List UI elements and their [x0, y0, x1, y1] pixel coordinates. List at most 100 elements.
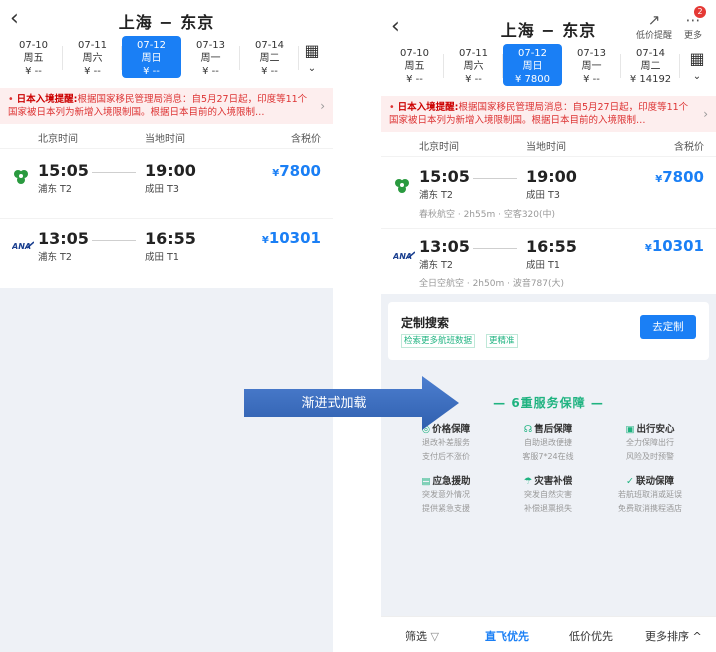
service-item: ▤ 应急援助 突发意外情况 提供紧急支援: [403, 473, 489, 515]
service-title: 灾害补偿: [534, 476, 573, 487]
spring-airlines-logo-icon: [395, 179, 409, 193]
calendar-icon[interactable]: ▦ ⌄: [301, 42, 323, 78]
sort-direct-first[interactable]: 直飞优先: [485, 628, 529, 644]
umbrella-icon: ☂: [523, 476, 533, 487]
custom-search-card: 定制搜索 检索更多航班数据 更精准 去定制: [388, 302, 709, 360]
chevron-up-icon: ^: [692, 630, 702, 643]
currency-symbol: ¥: [644, 243, 652, 254]
ana-logo-icon: ANA: [393, 251, 415, 261]
date-label: 07-13: [576, 48, 607, 59]
weekday-label: 周日: [141, 53, 162, 64]
date-price: ¥ --: [143, 66, 160, 77]
flight-item[interactable]: 15:05 浦东 T2 19:00 成田 T3 ¥7800: [0, 148, 333, 218]
flight-price: ¥7800: [272, 162, 321, 180]
chevron-right-icon: ›: [703, 107, 708, 121]
filter-label: 筛选: [405, 630, 427, 643]
price-value: 10301: [651, 237, 704, 255]
departure-airport: 浦东 T2: [419, 260, 453, 271]
date-tab[interactable]: 07-10 周五 ¥ --: [385, 44, 444, 86]
date-tab[interactable]: 07-10 周五 ¥ --: [4, 36, 63, 78]
date-tab[interactable]: 07-14 周二 ¥ --: [240, 36, 299, 78]
entry-notice[interactable]: • 日本入境提醒:根据国家移民管理局消息：自5月27日起，印度等11个国家被日本…: [0, 88, 333, 124]
currency-symbol: ¥: [261, 235, 269, 246]
headset-icon: ☊: [523, 424, 533, 435]
arrival-time: 16:55: [526, 237, 577, 256]
list-header: 北京时间 当地时间 含税价: [381, 132, 716, 156]
briefcase-icon: ▣: [625, 424, 635, 435]
service-desc: 全力保障出行: [626, 438, 674, 447]
price-alert-button[interactable]: ↗ 低价提醒: [636, 12, 672, 41]
date-price: ¥ --: [84, 66, 101, 77]
flight-details: 春秋航空 · 2h55m · 空客320(中): [419, 210, 556, 220]
service-desc: 突发自然灾害: [524, 490, 572, 499]
price-label: 含税价: [674, 142, 704, 153]
price-value: 7800: [662, 168, 704, 186]
right-screen: ‹ 上海 − 东京 ↗ 低价提醒 ⋯ 更多 2 07-10 周五 ¥ -- 07-11 周六…: [381, 0, 716, 652]
service-title: 联动保障: [635, 476, 674, 487]
service-item: ▣ 出行安心 全力保障出行 风险及时预警: [607, 421, 693, 463]
arrow-label: 渐进式加载: [301, 396, 367, 411]
weekday-label: 周五: [23, 53, 44, 64]
filter-button[interactable]: 筛选 ▽: [405, 628, 439, 644]
custom-search-tag: 更精准: [486, 334, 518, 348]
date-price: ¥ --: [261, 66, 278, 77]
flight-item[interactable]: 15:05 浦东 T2 19:00 成田 T3 ¥7800 春秋航空 · 2h5…: [381, 156, 716, 228]
date-selector: 07-10 周五 ¥ -- 07-11 周六 ¥ -- 07-12 周日 ¥ 7800 07…: [381, 44, 716, 96]
route-line: [473, 178, 517, 179]
flight-price: ¥10301: [262, 229, 321, 247]
departure-airport: 浦东 T2: [38, 184, 72, 195]
date-tab[interactable]: 07-13 周一 ¥ --: [181, 36, 240, 78]
calendar-icon[interactable]: ▦ ⌄: [686, 50, 708, 86]
date-price: ¥ 7800: [515, 74, 550, 85]
flight-item[interactable]: ANA 13:05 浦东 T2 16:55 成田 T1 ¥10301: [0, 218, 333, 288]
chevron-down-icon: ⌄: [307, 63, 317, 74]
price-value: 10301: [268, 229, 321, 247]
date-tab[interactable]: 07-11 周六 ¥ --: [444, 44, 503, 86]
departure-time: 15:05: [419, 167, 470, 186]
date-tab-selected[interactable]: 07-12 周日 ¥ 7800: [503, 44, 562, 86]
date-label: 07-14: [635, 48, 666, 59]
more-button[interactable]: ⋯ 更多 2: [683, 6, 706, 41]
beijing-time-label: 北京时间: [419, 142, 459, 153]
arrival-airport: 成田 T3: [526, 190, 560, 201]
more-sort-label: 更多排序: [645, 630, 689, 643]
departure-airport: 浦东 T2: [419, 190, 453, 201]
service-desc: 自助退改便捷: [524, 438, 572, 447]
custom-search-tag: 检索更多航班数据: [401, 334, 476, 348]
services-title-text: 6重服务保障: [511, 396, 586, 410]
date-price: ¥ --: [202, 66, 219, 77]
weekday-label: 周日: [522, 61, 543, 72]
spring-airlines-logo-icon: [14, 170, 28, 184]
more-sort-button[interactable]: 更多排序 ^: [645, 628, 702, 644]
sort-low-price[interactable]: 低价优先: [569, 628, 613, 644]
left-screen: ‹ 上海 − 东京 07-10 周五 ¥ -- 07-11 周六 ¥ -- 07-12 周…: [0, 0, 333, 652]
weekday-label: 周一: [581, 61, 602, 72]
departure-airport: 浦东 T2: [38, 252, 72, 263]
service-item: ☊ 售后保障 自助退改便捷 客服7*24在线: [505, 421, 591, 463]
date-tab[interactable]: 07-13 周一 ¥ --: [562, 44, 621, 86]
arrival-airport: 成田 T1: [145, 252, 179, 263]
date-price: ¥ --: [465, 74, 482, 85]
custom-search-title: 定制搜索: [401, 316, 450, 330]
route-line: [473, 248, 517, 249]
more-label: 更多: [683, 31, 702, 41]
date-price: ¥ --: [583, 74, 600, 85]
flight-item[interactable]: ANA 13:05 浦东 T2 16:55 成田 T1 ¥10301 全日空航空…: [381, 228, 716, 294]
date-price: ¥ --: [406, 74, 423, 85]
service-title: 出行安心: [636, 424, 675, 435]
date-label: 07-10: [399, 48, 430, 59]
customize-button[interactable]: 去定制: [640, 315, 696, 339]
notice-title: 日本入境提醒:: [16, 94, 78, 105]
beijing-time-label: 北京时间: [38, 134, 78, 145]
notice-title: 日本入境提醒:: [397, 102, 459, 113]
funnel-icon: ▽: [430, 630, 439, 643]
date-label: 07-14: [254, 40, 285, 51]
date-tab[interactable]: 07-14 周二 ¥ 14192: [621, 44, 680, 86]
arrival-time: 19:00: [145, 161, 196, 180]
date-tab-selected[interactable]: 07-12 周日 ¥ --: [122, 36, 181, 78]
date-tab[interactable]: 07-11 周六 ¥ --: [63, 36, 122, 78]
service-item: ✓ 联动保障 若航班取消或延误 免费取消携程酒店: [607, 473, 693, 515]
chevron-right-icon: ›: [320, 99, 325, 113]
departure-time: 13:05: [419, 237, 470, 256]
entry-notice[interactable]: • 日本入境提醒:根据国家移民管理局消息：自5月27日起，印度等11个国家被日本…: [381, 96, 716, 132]
